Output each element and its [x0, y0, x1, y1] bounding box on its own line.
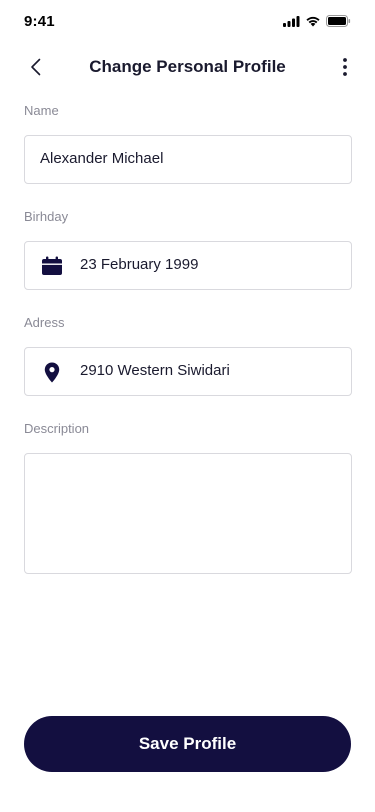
status-time: 9:41: [24, 13, 55, 30]
cellular-signal-icon: [283, 15, 300, 27]
status-bar: 9:41: [0, 0, 375, 44]
name-field[interactable]: Alexander Michael: [24, 135, 352, 184]
birthday-field[interactable]: 23 February 1999: [24, 241, 352, 290]
more-vertical-icon: [343, 58, 347, 76]
location-pin-icon: [41, 361, 63, 383]
birthday-label: Birhday: [24, 209, 69, 224]
navigation-header: Change Personal Profile: [0, 44, 375, 88]
description-label: Description: [24, 421, 90, 436]
battery-icon: [326, 15, 351, 27]
name-value: Alexander Michael: [40, 150, 164, 167]
description-textarea[interactable]: [24, 453, 352, 574]
wifi-icon: [306, 16, 320, 27]
page-title: Change Personal Profile: [89, 57, 286, 76]
name-label: Name: [24, 103, 59, 118]
more-options-button[interactable]: [339, 54, 351, 80]
address-value: 2910 Western Siwidari: [80, 362, 230, 379]
birthday-value: 23 February 1999: [80, 256, 199, 273]
address-label: Adress: [24, 315, 65, 330]
address-field[interactable]: 2910 Western Siwidari: [24, 347, 352, 396]
save-profile-button[interactable]: Save Profile: [24, 716, 351, 772]
calendar-icon: [41, 255, 63, 277]
status-icons: [283, 15, 351, 27]
